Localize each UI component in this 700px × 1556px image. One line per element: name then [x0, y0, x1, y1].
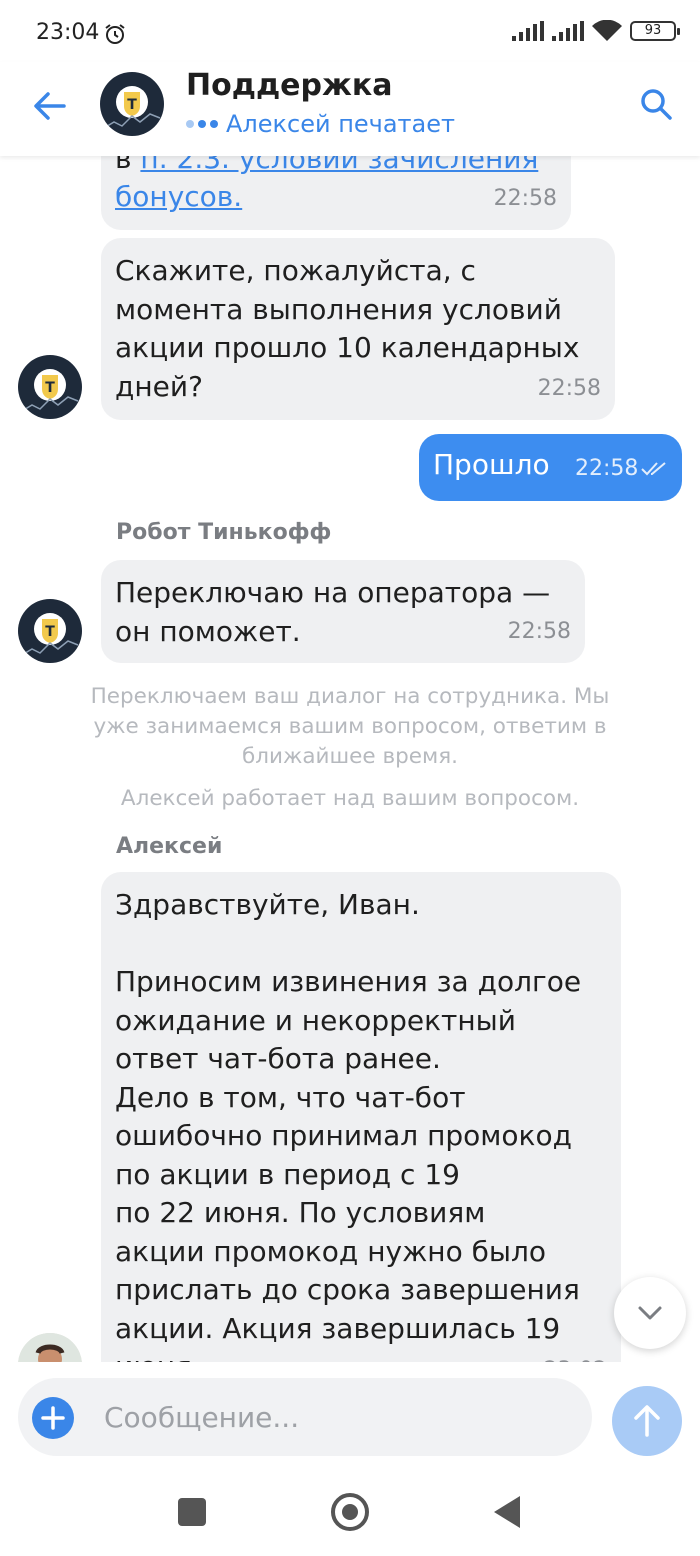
signal-icon — [512, 21, 544, 41]
typing-indicator: Алексей печатает — [186, 110, 455, 138]
message-line — [115, 925, 607, 964]
message-input[interactable] — [104, 1396, 574, 1438]
system-notice: Переключаем ваш диалог на сотрудника. Мы… — [90, 684, 610, 769]
double-check-icon — [641, 462, 666, 476]
message-line: по 22 июня. По условиям — [115, 1196, 486, 1229]
message-text: бонусов. — [115, 178, 242, 217]
typing-dots-icon — [186, 120, 218, 128]
arrow-left-icon[interactable] — [30, 86, 70, 126]
message-line: Скажите, пожалуйста, с — [115, 254, 476, 287]
chat-header: Т Поддержка Алексей печатает — [0, 62, 700, 156]
svg-text:Т: Т — [45, 380, 55, 396]
wifi-icon — [592, 20, 622, 41]
battery-icon: 93 — [630, 21, 680, 41]
message-line: Приносим извинения за долгое — [115, 965, 582, 998]
conditions-link[interactable]: п. 2.3. условий зачисления — [140, 156, 538, 175]
scroll-down-button[interactable] — [614, 1277, 686, 1349]
message-line: акции прошло 10 календарных — [115, 331, 580, 364]
typing-status: Алексей печатает — [226, 110, 455, 138]
message-line: июня. — [115, 1348, 607, 1362]
message-line: Дело в том, что чат-бот — [115, 1080, 466, 1114]
message-line: дней? — [115, 369, 203, 403]
shield-logo-icon: Т — [21, 613, 79, 656]
message-line: он поможет. — [115, 614, 301, 648]
avatar[interactable]: Т — [18, 355, 82, 419]
plus-icon — [41, 1406, 65, 1430]
person-avatar-icon — [18, 1333, 82, 1362]
recents-button[interactable] — [178, 1498, 206, 1526]
message-bubble-incoming: Здравствуйте, Иван. Приносим извинения з… — [101, 872, 621, 1362]
message-text: в п. 2.3. условий зачисления — [115, 156, 575, 179]
svg-text:Т: Т — [127, 97, 137, 113]
system-nav-bar — [0, 1472, 700, 1556]
shield-logo-icon: Т — [103, 86, 161, 129]
search-icon[interactable] — [638, 86, 674, 122]
status-bar: 23:04 93 — [0, 0, 700, 62]
back-button[interactable] — [494, 1496, 520, 1528]
sender-name: Робот Тинькофф — [116, 520, 332, 545]
message-input-container — [18, 1378, 592, 1456]
message-line: момента выполнения условий — [115, 292, 562, 326]
message-text: Прошло — [433, 448, 550, 481]
message-time: 22:58 — [575, 456, 639, 481]
status-icons: 93 — [512, 20, 680, 42]
message-line: Здравствуйте, Иван. — [115, 888, 420, 921]
signal-icon — [552, 21, 584, 41]
message-line: акции промокод нужно было — [115, 1234, 547, 1268]
svg-text:Т: Т — [45, 624, 55, 640]
alarm-clock-icon — [105, 24, 125, 44]
message-composer — [0, 1362, 700, 1472]
operator-status: Алексей работает над вашим вопросом. — [120, 786, 580, 811]
message-line: по акции в период с 19 — [115, 1157, 460, 1191]
chat-title: Поддержка — [186, 68, 393, 103]
chevron-down-icon — [638, 1306, 662, 1320]
attach-button[interactable] — [32, 1397, 74, 1439]
avatar[interactable]: Т — [18, 599, 82, 663]
arrow-up-icon — [634, 1405, 660, 1437]
message-line: ошибочно принимал промокод — [115, 1119, 572, 1152]
message-time: 22:58 — [507, 618, 571, 644]
message-line: ответ чат-бота ранее. — [115, 1042, 441, 1075]
status-time: 23:04 — [36, 20, 100, 45]
message-bubble-incoming: Скажите, пожалуйста, с момента выполнени… — [101, 238, 615, 420]
sender-name: Алексей — [116, 834, 223, 859]
message-line: Переключаю на оператора — — [115, 576, 551, 609]
shield-logo-icon: Т — [21, 369, 79, 412]
message-time: 23:02 — [544, 1352, 607, 1363]
message-line: акции. Акция завершилась 19 — [115, 1311, 561, 1345]
avatar[interactable] — [18, 1333, 82, 1362]
message-line: ожидание и некорректный — [115, 1003, 516, 1037]
chat-area[interactable]: в п. 2.3. условий зачисления бонусов. 22… — [0, 156, 700, 1362]
message-time: 22:58 — [537, 375, 601, 401]
avatar[interactable]: Т — [100, 72, 164, 136]
message-bubble-outgoing: Прошло 22:58 — [419, 434, 682, 501]
conditions-link[interactable]: бонусов. — [115, 180, 242, 213]
message-bubble-incoming: Переключаю на оператора — он поможет. 22… — [101, 560, 585, 663]
home-button[interactable] — [331, 1493, 369, 1531]
message-bubble-incoming: в п. 2.3. условий зачисления бонусов. 22… — [101, 156, 571, 230]
message-line: прислать до срока завершения — [115, 1273, 580, 1306]
send-button[interactable] — [612, 1386, 682, 1456]
message-time: 22:58 — [493, 185, 557, 211]
